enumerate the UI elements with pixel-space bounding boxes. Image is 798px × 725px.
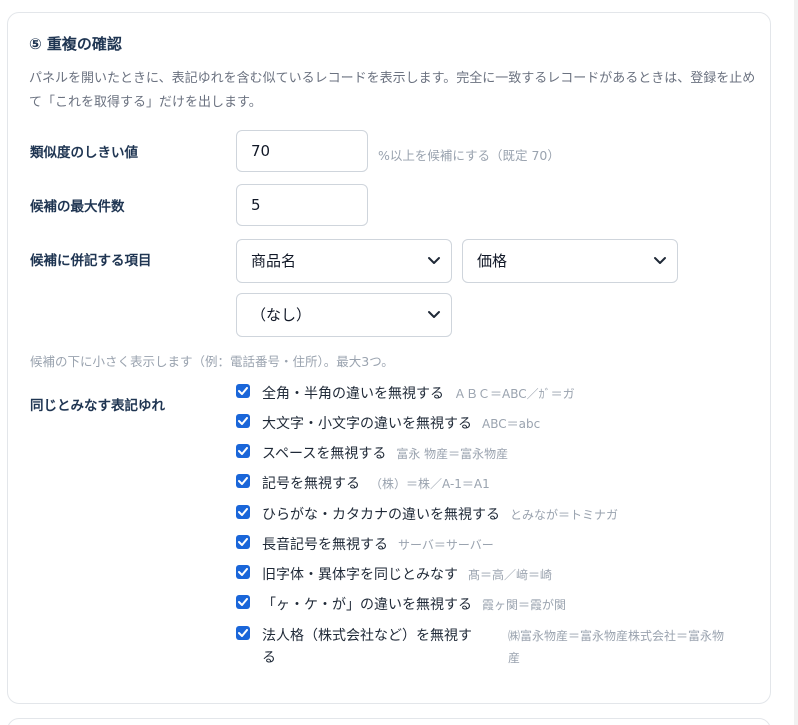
variation-option-example: ＡＢＣ＝ABC／ｶﾞ＝ガ [454, 387, 575, 401]
checkbox-checked-icon[interactable] [236, 384, 250, 398]
checkbox-checked-icon[interactable] [236, 535, 250, 549]
variation-option-example: （株）＝株／A-1＝A1 [370, 477, 490, 491]
variation-option[interactable]: 大文字・小文字の違いを無視する ABC＝abc [236, 413, 540, 435]
variation-option-label: スペースを無視する [262, 446, 387, 462]
variation-option-label: 大文字・小文字の違いを無視する [262, 416, 472, 432]
variation-option-label: 長音記号を無視する [262, 537, 388, 553]
extra-field-select-3-value: （なし） [251, 306, 312, 324]
chevron-down-icon [653, 240, 667, 282]
checkbox-checked-icon[interactable] [236, 505, 250, 519]
variation-option[interactable]: 法人格（株式会社など）を無視す る ㈱富永物産＝富永物産株式会社＝富永物 産 [236, 625, 758, 669]
variation-option-label-line1: 法人格（株式会社など）を無視す [262, 628, 472, 644]
variation-option-label: 「ヶ・ケ・が」の違いを無視する [262, 597, 472, 613]
variation-option-label: 旧字体・異体字を同じとみなす [262, 567, 458, 583]
variation-option[interactable]: 全角・半角の違いを無視する ＡＢＣ＝ABC／ｶﾞ＝ガ [236, 383, 575, 405]
checkbox-checked-icon[interactable] [236, 626, 250, 640]
variation-option-example: 富永 物産＝富永物産 [396, 447, 509, 461]
variation-option-label-line2: る [262, 650, 276, 666]
extra-field-select-1-value: 商品名 [251, 252, 297, 270]
similarity-threshold-input[interactable]: 70 [236, 130, 368, 172]
variation-option-label: 記号を無視する [262, 476, 360, 492]
checkbox-checked-icon[interactable] [236, 474, 250, 488]
variation-option-label: ひらがな・カタカナの違いを無視する [262, 507, 500, 523]
variation-option-example: とみなが＝トミナガ [510, 508, 619, 522]
page-scrollbar[interactable] [794, 0, 798, 725]
similarity-threshold-hint: %以上を候補にする（既定 70） [378, 148, 560, 163]
next-section-card [7, 718, 771, 725]
variation-option-example: ㈱富永物産＝富永物産株式会社＝富永物 産 [508, 625, 758, 669]
variation-option[interactable]: 記号を無視する （株）＝株／A-1＝A1 [236, 473, 490, 495]
section-description: パネルを開いたときに、表記ゆれを含む似ているレコードを表示します。完全に一致する… [29, 71, 756, 110]
max-candidates-input[interactable]: 5 [236, 184, 368, 226]
extra-field-select-3[interactable]: （なし） [236, 293, 452, 337]
variation-option[interactable]: ひらがな・カタカナの違いを無視する とみなが＝トミナガ [236, 504, 618, 526]
variation-option-example-line1: ㈱富永物産＝富永物産株式会社＝富永物 [508, 629, 725, 643]
variation-option-example-line2: 産 [508, 651, 521, 665]
checkbox-checked-icon[interactable] [236, 414, 250, 428]
variation-option[interactable]: 旧字体・異体字を同じとみなす 髙＝高／﨑＝崎 [236, 564, 552, 586]
variation-option-example: 霞ヶ関＝霞が関 [482, 598, 567, 612]
variation-option-example: ABC＝abc [482, 417, 541, 431]
chevron-down-icon [427, 240, 441, 282]
section-title: ⑤ 重複の確認 [29, 35, 122, 53]
variation-option-label: 全角・半角の違いを無視する [262, 386, 444, 402]
extra-field-select-1[interactable]: 商品名 [236, 239, 452, 283]
chevron-down-icon [427, 294, 441, 336]
extra-field-select-2-value: 価格 [477, 252, 508, 270]
variation-option[interactable]: 「ヶ・ケ・が」の違いを無視する 霞ヶ関＝霞が関 [236, 594, 566, 616]
variation-option-example: 髙＝高／﨑＝崎 [468, 568, 553, 582]
checkbox-checked-icon[interactable] [236, 565, 250, 579]
variation-option-label: 法人格（株式会社など）を無視す る [262, 625, 498, 669]
checkbox-checked-icon[interactable] [236, 444, 250, 458]
variations-label: 同じとみなす表記ゆれ [30, 398, 165, 414]
extra-fields-note: 候補の下に小さく表示します（例：電話番号・住所）。最大3つ。 [30, 354, 394, 369]
extra-field-select-2[interactable]: 価格 [462, 239, 678, 283]
variation-option[interactable]: 長音記号を無視する サーバ＝サーバー [236, 534, 494, 556]
extra-fields-label: 候補に併記する項目 [30, 253, 152, 269]
variation-option[interactable]: スペースを無視する 富永 物産＝富永物産 [236, 443, 508, 465]
checkbox-checked-icon[interactable] [236, 595, 250, 609]
max-candidates-label: 候補の最大件数 [30, 199, 125, 215]
similarity-threshold-label: 類似度のしきい値 [30, 145, 138, 161]
variation-option-example: サーバ＝サーバー [398, 538, 494, 552]
